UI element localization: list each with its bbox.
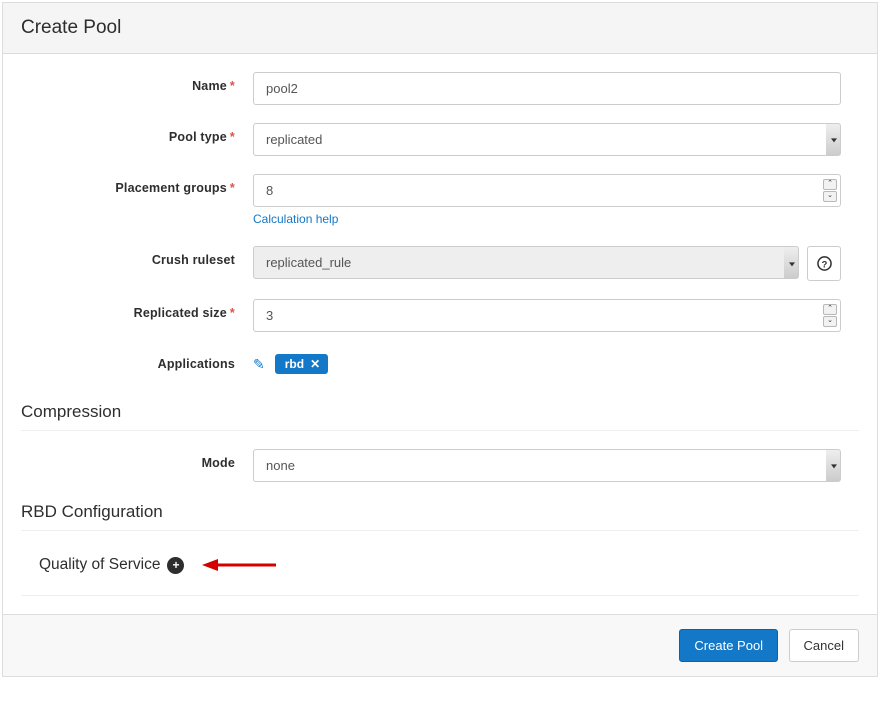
create-pool-button[interactable]: Create Pool — [679, 629, 778, 662]
row-applications: Applications ✎ rbd ✕ — [21, 350, 859, 374]
label-name: Name* — [21, 72, 253, 93]
annotation-arrow-icon — [198, 555, 278, 575]
application-tag-label: rbd — [285, 357, 304, 371]
qos-row: Quality of Service + — [21, 549, 859, 596]
qos-expand-button[interactable]: + — [167, 557, 184, 574]
plus-icon: + — [172, 558, 179, 572]
compression-heading: Compression — [21, 402, 859, 431]
label-replicated-size: Replicated size* — [21, 299, 253, 320]
row-replicated-size: Replicated size* ⌃ ⌄ — [21, 299, 859, 332]
remove-tag-icon[interactable]: ✕ — [310, 357, 320, 371]
cancel-button[interactable]: Cancel — [789, 629, 859, 662]
placement-groups-input[interactable] — [253, 174, 841, 207]
rep-spin-up-icon[interactable]: ⌃ — [823, 304, 837, 315]
replicated-size-input[interactable] — [253, 299, 841, 332]
rbd-config-heading: RBD Configuration — [21, 502, 859, 531]
application-tag-rbd[interactable]: rbd ✕ — [275, 354, 328, 374]
row-pool-type: Pool type* — [21, 123, 859, 156]
create-pool-panel: Create Pool Name* Pool type* — [2, 2, 878, 677]
label-crush-ruleset: Crush ruleset — [21, 246, 253, 267]
page-title: Create Pool — [21, 17, 859, 39]
pg-spinner: ⌃ ⌄ — [823, 177, 837, 204]
panel-header: Create Pool — [3, 3, 877, 54]
row-placement-groups: Placement groups* ⌃ ⌄ Calculation help — [21, 174, 859, 228]
rep-spin-down-icon[interactable]: ⌄ — [823, 316, 837, 327]
panel-footer: Create Pool Cancel — [3, 614, 877, 676]
label-placement-groups: Placement groups* — [21, 174, 253, 195]
label-applications: Applications — [21, 350, 253, 371]
name-input[interactable] — [253, 72, 841, 105]
question-icon: ? — [817, 256, 832, 271]
crush-ruleset-select[interactable] — [253, 246, 799, 279]
rep-spinner: ⌃ ⌄ — [823, 302, 837, 329]
row-crush-ruleset: Crush ruleset ? — [21, 246, 859, 281]
calculation-help-link[interactable]: Calculation help — [253, 212, 338, 226]
label-pool-type: Pool type* — [21, 123, 253, 144]
row-name: Name* — [21, 72, 859, 105]
pg-spin-down-icon[interactable]: ⌄ — [823, 191, 837, 202]
svg-text:?: ? — [821, 259, 827, 269]
required-icon: * — [230, 181, 235, 195]
panel-body: Name* Pool type* Placement groups* — [3, 54, 877, 614]
label-compression-mode: Mode — [21, 449, 253, 470]
pg-spin-up-icon[interactable]: ⌃ — [823, 179, 837, 190]
required-icon: * — [230, 130, 235, 144]
required-icon: * — [230, 79, 235, 93]
required-icon: * — [230, 306, 235, 320]
crush-help-button[interactable]: ? — [807, 246, 841, 281]
pool-type-select[interactable] — [253, 123, 841, 156]
row-compression-mode: Mode — [21, 449, 859, 482]
qos-label: Quality of Service — [39, 556, 160, 574]
edit-applications-icon[interactable]: ✎ — [253, 356, 265, 373]
compression-mode-select[interactable] — [253, 449, 841, 482]
